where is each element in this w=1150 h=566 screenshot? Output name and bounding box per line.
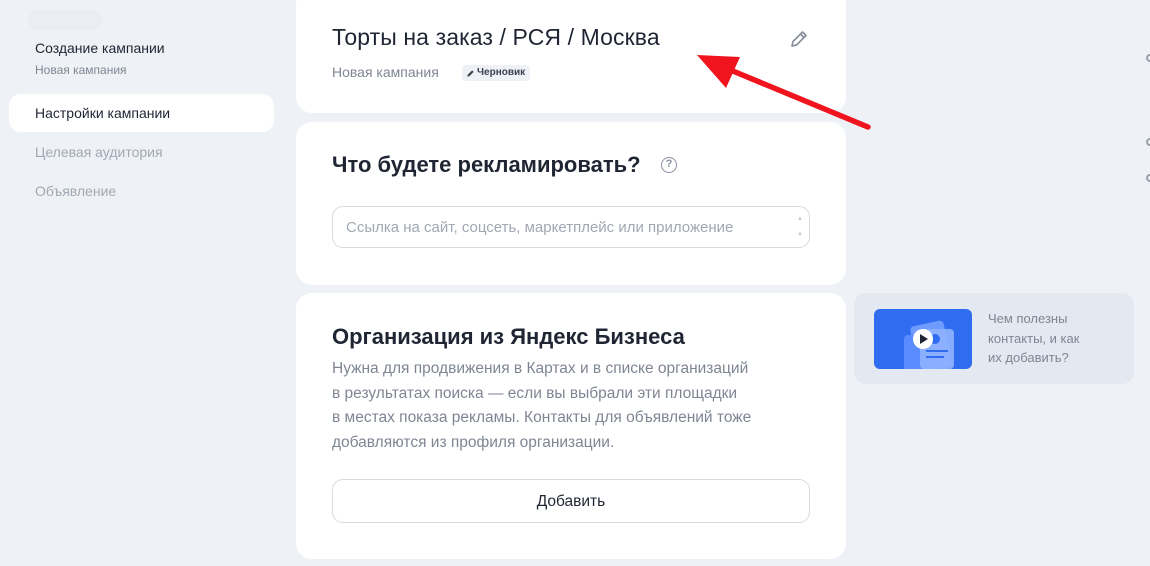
sidebar-subtitle: Новая кампания (35, 63, 127, 77)
help-video-line: Чем полезны (988, 311, 1068, 326)
help-video-line: их добавить? (988, 350, 1069, 365)
sidebar-title: Создание кампании (35, 40, 165, 56)
help-video-text: Чем полезны контакты, и как их добавить? (988, 309, 1108, 368)
video-thumbnail[interactable] (874, 309, 972, 369)
sidebar-item-ad[interactable]: Объявление (9, 172, 274, 210)
sidebar-item-target-audience[interactable]: Целевая аудитория (9, 133, 274, 171)
add-organization-button[interactable]: Добавить (332, 479, 810, 523)
organization-description-line: в результатах поиска — если вы выбрали э… (332, 384, 738, 402)
url-input[interactable] (333, 207, 793, 247)
pencil-icon[interactable] (788, 28, 810, 50)
url-field: ▲ ▼ (332, 206, 810, 248)
edge-control[interactable] (1146, 138, 1150, 146)
edge-control[interactable] (1146, 174, 1150, 182)
sidebar: Создание кампании Новая кампания Настрой… (0, 0, 285, 566)
input-stepper[interactable]: ▲ ▼ (795, 215, 805, 239)
advertise-title: Что будете рекламировать? (332, 152, 641, 177)
organization-title: Организация из Яндекс Бизнеса (332, 324, 685, 349)
advertise-card: Что будете рекламировать? ? ▲ ▼ (296, 122, 846, 285)
sidebar-item-campaign-settings[interactable]: Настройки кампании (9, 94, 274, 132)
organization-description-line: добавляются из профиля организации. (332, 433, 615, 451)
campaign-title: Торты на заказ / РСЯ / Москва (332, 24, 660, 50)
campaign-subtitle: Новая кампания (332, 64, 439, 80)
help-video-line: контакты, и как (988, 330, 1080, 346)
help-video-card[interactable]: Чем полезны контакты, и как их добавить? (854, 293, 1134, 384)
draft-badge: Черновик (462, 65, 531, 81)
chevron-down-icon[interactable]: ▼ (797, 231, 803, 239)
edge-control[interactable] (1146, 54, 1150, 62)
organization-description: Нужна для продвижения в Картах и в списк… (332, 357, 792, 455)
organization-card: Организация из Яндекс Бизнеса Нужна для … (296, 293, 846, 559)
organization-description-line: Нужна для продвижения в Картах и в списк… (332, 360, 749, 377)
draft-badge-label: Черновик (477, 67, 526, 78)
sidebar-logo-placeholder (28, 10, 102, 30)
play-icon[interactable] (913, 329, 933, 349)
organization-description-line: в местах показа рекламы. Контакты для об… (332, 409, 752, 426)
question-circle-icon[interactable]: ? (661, 157, 677, 173)
small-pencil-icon (467, 69, 474, 77)
chevron-up-icon[interactable]: ▲ (797, 215, 803, 223)
campaign-header-card: Торты на заказ / РСЯ / Москва Новая камп… (296, 0, 846, 113)
